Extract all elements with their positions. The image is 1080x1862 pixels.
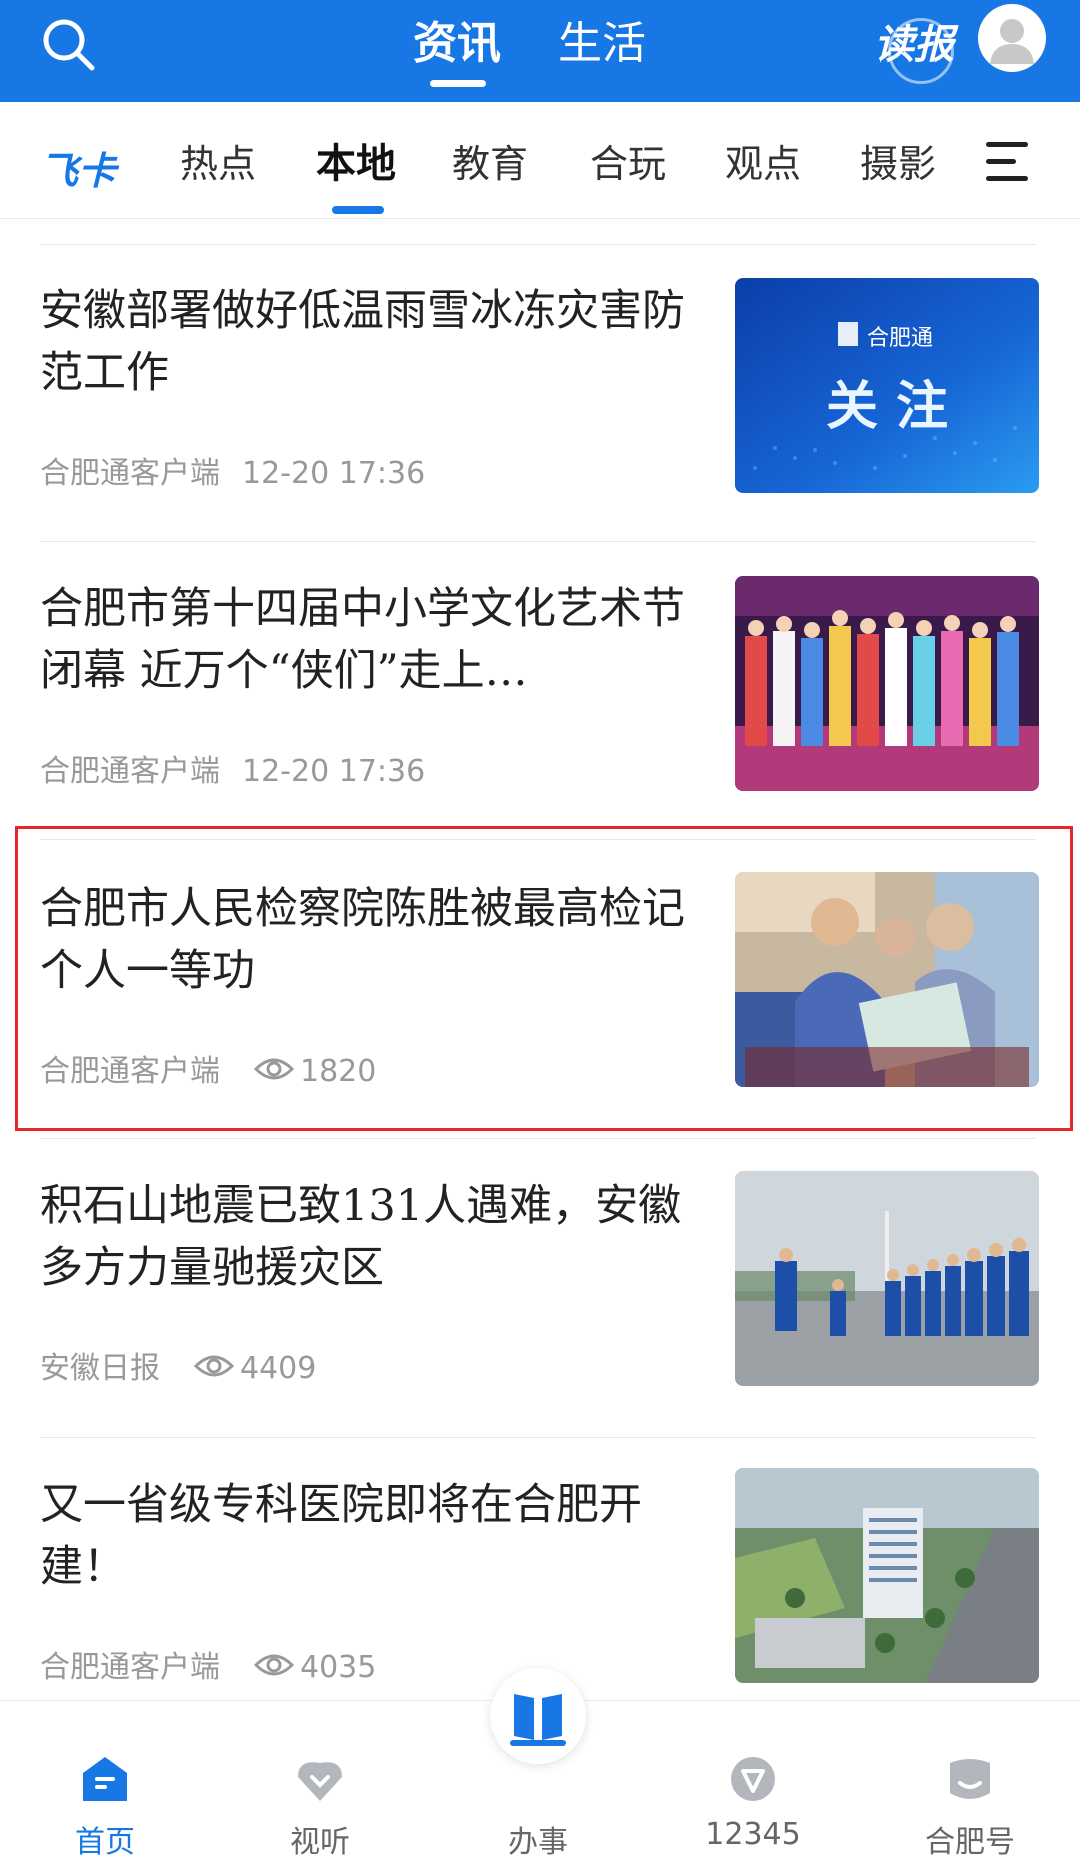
news-title: 积石山地震已致131人遇难，安徽多方力量驰援灾区 <box>40 1181 682 1293</box>
list-divider <box>40 541 1036 542</box>
news-source: 安徽日报 <box>40 1351 160 1386</box>
news-item[interactable]: 合肥市人民检察院陈胜被最高检记个人一等功 合肥通客户端 1820 <box>0 872 1080 1174</box>
list-divider <box>40 1437 1036 1438</box>
eye-icon <box>253 1651 295 1687</box>
channel-opinion[interactable]: 观点 <box>725 140 801 188</box>
news-date: 12-20 <box>242 754 330 789</box>
news-item[interactable]: 安徽部署做好低温雨雪冰冻灾害防范工作 合肥通客户端 12-20 17:36 合肥通… <box>0 278 1080 576</box>
news-thumbnail-rescue <box>735 1171 1039 1386</box>
news-source: 合肥通客户端 <box>40 1054 220 1089</box>
nav-label: 视听 <box>290 1825 350 1860</box>
tab-life[interactable]: 生活 <box>558 14 646 74</box>
channel-feika[interactable]: 飞卡 <box>40 140 116 195</box>
nav-home[interactable]: 首页 <box>15 1701 195 1862</box>
list-divider <box>40 839 1036 840</box>
news-source: 合肥通客户端 <box>40 754 220 789</box>
news-title: 合肥市第十四届中小学文化艺术节闭幕 近万个“侠们”走上… <box>40 584 685 696</box>
channel-education[interactable]: 教育 <box>452 140 528 188</box>
nav-hotline[interactable]: 12345 <box>663 1701 843 1862</box>
service-book-icon <box>510 1694 566 1746</box>
news-title: 合肥市人民检察院陈胜被最高检记个人一等功 <box>40 884 685 996</box>
avatar[interactable] <box>978 4 1046 72</box>
nav-label: 首页 <box>75 1825 135 1860</box>
news-meta: 安徽日报 4409 <box>40 1343 316 1388</box>
news-meta: 合肥通客户端 12-20 17:36 <box>40 448 425 492</box>
channel-local[interactable]: 本地 <box>316 140 396 188</box>
news-meta: 合肥通客户端 12-20 17:36 <box>40 746 425 790</box>
news-source: 合肥通客户端 <box>40 456 220 491</box>
news-views: 1820 <box>300 1054 377 1089</box>
home-icon <box>83 1757 127 1801</box>
nav-label: 12345 <box>705 1817 801 1852</box>
news-time: 17:36 <box>338 456 426 491</box>
service-center-button[interactable] <box>490 1668 586 1764</box>
read-paper-button[interactable]: 读报 <box>874 14 954 84</box>
list-divider <box>40 244 1036 245</box>
news-date: 12-20 <box>242 456 330 491</box>
eye-icon <box>253 1055 295 1091</box>
news-thumbnail-prosecutor <box>735 872 1039 1087</box>
channel-menu-icon[interactable] <box>986 140 1030 184</box>
news-views: 4035 <box>300 1650 377 1685</box>
hefei-account-icon <box>950 1759 990 1799</box>
news-item[interactable]: 积石山地震已致131人遇难，安徽多方力量驰援灾区 安徽日报 4409 <box>0 1171 1080 1471</box>
news-views: 4409 <box>240 1351 317 1386</box>
heart-video-icon <box>298 1762 342 1801</box>
user-silhouette-icon <box>990 19 1034 64</box>
news-title: 安徽部署做好低温雨雪冰冻灾害防范工作 <box>40 286 685 398</box>
nav-video[interactable]: 视听 <box>230 1701 410 1862</box>
top-bar: 资讯 生活 读报 <box>0 0 1080 102</box>
news-thumbnail-opera <box>735 576 1039 791</box>
feika-fei: 飞 <box>40 149 79 193</box>
channel-hot[interactable]: 热点 <box>180 140 256 188</box>
news-title: 又一省级专科医院即将在合肥开建！ <box>40 1480 642 1592</box>
search-icon[interactable] <box>40 16 98 74</box>
news-meta: 合肥通客户端 1820 <box>40 1046 376 1091</box>
news-thumbnail-focus: 合肥通 关 注 <box>735 278 1039 493</box>
news-item[interactable]: 合肥市第十四届中小学文化艺术节闭幕 近万个“侠们”走上… 合肥通客户端 12-20… <box>0 576 1080 874</box>
focus-text: 关 注 <box>825 377 949 437</box>
channel-photo[interactable]: 摄影 <box>860 140 936 188</box>
tab-news[interactable]: 资讯 <box>413 14 501 74</box>
channel-bar: 飞卡 热点 本地 教育 合玩 观点 摄影 <box>0 102 1080 219</box>
eye-icon <box>193 1352 235 1388</box>
nav-hefei-account[interactable]: 合肥号 <box>880 1701 1060 1862</box>
feika-ka: 卡 <box>78 149 117 193</box>
news-thumbnail-hospital <box>735 1468 1039 1683</box>
read-paper-ring-icon <box>888 18 954 84</box>
list-divider <box>40 1138 1036 1139</box>
tab-news-indicator <box>430 80 486 87</box>
hotline-icon <box>731 1757 775 1801</box>
nav-label: 办事 <box>508 1825 568 1860</box>
focus-brand: 合肥通 <box>867 326 934 351</box>
news-source: 合肥通客户端 <box>40 1650 220 1685</box>
channel-local-indicator <box>332 206 384 214</box>
nav-label: 合肥号 <box>925 1825 1015 1860</box>
news-meta: 合肥通客户端 4035 <box>40 1642 376 1687</box>
news-time: 17:36 <box>338 754 426 789</box>
channel-play[interactable]: 合玩 <box>590 140 666 188</box>
